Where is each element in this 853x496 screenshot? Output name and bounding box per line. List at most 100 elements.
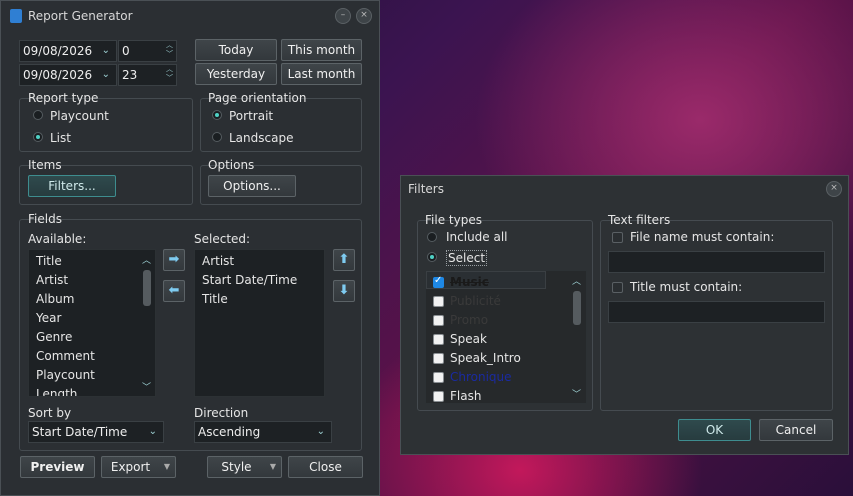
select-label[interactable]: Select: [446, 250, 488, 266]
portrait-label[interactable]: Portrait: [229, 109, 273, 123]
file-type-label[interactable]: Publicité: [450, 294, 501, 308]
scroll-down-icon[interactable]: ﹀: [142, 380, 151, 393]
options-label: Options: [208, 158, 255, 172]
filters-title: Filters: [408, 182, 444, 196]
filters-window: Filters × File types Include all Select …: [400, 175, 849, 455]
selected-label: Selected:: [194, 232, 251, 246]
file-type-label[interactable]: Chronique: [450, 370, 512, 384]
scroll-down-icon[interactable]: ﹀: [572, 387, 581, 400]
last-month-button[interactable]: Last month: [281, 63, 362, 85]
report-type-label: Report type: [28, 91, 99, 105]
file-type-checkbox[interactable]: [433, 275, 444, 288]
hour-from-value: 0: [122, 44, 130, 58]
scrollbar-thumb[interactable]: [143, 270, 151, 306]
chevron-down-icon: ⌄: [316, 426, 325, 437]
title-label[interactable]: Title must contain:: [630, 280, 742, 294]
file-type-label[interactable]: Speak: [450, 332, 487, 346]
file-name-label[interactable]: File name must contain:: [630, 230, 774, 244]
export-button[interactable]: Export ▼: [101, 456, 176, 478]
cancel-button[interactable]: Cancel: [759, 419, 833, 441]
move-down-button[interactable]: ⬇: [333, 280, 355, 302]
spin-arrows-icon[interactable]: ︿ ﹀: [166, 65, 173, 83]
scrollbar-thumb[interactable]: [573, 291, 581, 325]
preview-button[interactable]: Preview: [20, 456, 95, 478]
style-label: Style: [221, 460, 252, 474]
scroll-up-icon[interactable]: ︿: [142, 253, 151, 266]
style-button[interactable]: Style ▼: [207, 456, 282, 478]
report-titlebar[interactable]: Report Generator – ×: [1, 1, 379, 31]
file-type-checkbox[interactable]: [433, 296, 444, 307]
portrait-radio[interactable]: [212, 110, 222, 120]
list-item[interactable]: Artist: [202, 254, 234, 268]
move-up-button[interactable]: ⬆: [333, 249, 355, 271]
playcount-radio[interactable]: [33, 110, 43, 120]
options-button[interactable]: Options...: [208, 175, 296, 197]
text-filters-label: Text filters: [608, 213, 671, 227]
this-month-button[interactable]: This month: [281, 39, 362, 61]
close-icon[interactable]: ×: [356, 8, 372, 24]
file-types-list[interactable]: Music Publicité Promo Speak Speak_Intro Chron…: [425, 270, 587, 404]
date-to-value: 09/08/2026: [23, 68, 93, 82]
file-type-checkbox[interactable]: [433, 334, 444, 345]
fields-label: Fields: [28, 212, 62, 226]
remove-field-button[interactable]: ⬅: [163, 280, 185, 302]
close-icon[interactable]: ×: [826, 181, 842, 197]
playcount-label[interactable]: Playcount: [50, 109, 109, 123]
sort-by-value: Start Date/Time: [32, 425, 128, 439]
selected-fields-list[interactable]: Artist Start Date/Time Title: [194, 249, 325, 397]
available-fields-list[interactable]: Title Artist Album Year Genre Comment Pl…: [28, 249, 156, 397]
list-item[interactable]: Artist: [36, 273, 68, 287]
list-item[interactable]: Start Date/Time: [202, 273, 297, 287]
list-item[interactable]: Album: [36, 292, 74, 306]
include-all-radio[interactable]: [427, 232, 437, 242]
file-type-checkbox[interactable]: [433, 315, 444, 326]
list-item[interactable]: Year: [36, 311, 61, 325]
title-checkbox[interactable]: [612, 282, 623, 293]
list-label[interactable]: List: [50, 131, 71, 145]
chevron-down-icon: ⌄: [148, 426, 157, 437]
list-item[interactable]: Title: [36, 254, 62, 268]
window-title: Report Generator: [28, 9, 133, 23]
list-item[interactable]: Comment: [36, 349, 95, 363]
file-type-label[interactable]: Speak_Intro: [450, 351, 521, 365]
select-radio[interactable]: [427, 252, 437, 262]
filters-button[interactable]: Filters...: [28, 175, 116, 197]
list-item[interactable]: Title: [202, 292, 228, 306]
direction-select[interactable]: Ascending ⌄: [194, 421, 332, 443]
hour-to-spinner[interactable]: 23 ︿ ﹀: [118, 64, 177, 86]
hour-from-spinner[interactable]: 0 ︿ ﹀: [118, 40, 177, 62]
available-scrollbar[interactable]: ︿ ﹀: [141, 250, 153, 396]
yesterday-button[interactable]: Yesterday: [195, 63, 277, 85]
file-types-scrollbar[interactable]: ︿ ﹀: [571, 271, 583, 403]
app-icon: [10, 9, 22, 23]
file-types-label: File types: [425, 213, 482, 227]
file-type-checkbox[interactable]: [433, 372, 444, 383]
list-item[interactable]: Playcount: [36, 368, 95, 382]
file-name-input[interactable]: [608, 251, 825, 273]
scroll-up-icon[interactable]: ︿: [572, 274, 581, 287]
filters-titlebar[interactable]: Filters ×: [401, 176, 848, 202]
list-item[interactable]: Length: [36, 387, 77, 396]
title-input[interactable]: [608, 301, 825, 323]
file-type-checkbox[interactable]: [433, 391, 444, 402]
list-radio[interactable]: [33, 132, 43, 142]
list-item[interactable]: Genre: [36, 330, 72, 344]
close-button[interactable]: Close: [288, 456, 363, 478]
file-type-label[interactable]: Flash: [450, 389, 481, 403]
file-name-checkbox[interactable]: [612, 232, 623, 243]
date-from-picker[interactable]: 09/08/2026 ⌄: [19, 40, 117, 62]
include-all-label[interactable]: Include all: [446, 230, 508, 244]
spin-arrows-icon[interactable]: ︿ ﹀: [166, 41, 173, 59]
minimize-icon[interactable]: –: [335, 8, 351, 24]
file-type-checkbox[interactable]: [433, 353, 444, 364]
date-to-picker[interactable]: 09/08/2026 ⌄: [19, 64, 117, 86]
file-type-label[interactable]: Promo: [450, 313, 488, 327]
ok-button[interactable]: OK: [678, 419, 751, 441]
sort-by-select[interactable]: Start Date/Time ⌄: [28, 421, 164, 443]
page-orientation-label: Page orientation: [208, 91, 307, 105]
add-field-button[interactable]: ➡: [163, 249, 185, 271]
landscape-radio[interactable]: [212, 132, 222, 142]
landscape-label[interactable]: Landscape: [229, 131, 293, 145]
file-type-label[interactable]: Music: [450, 275, 489, 289]
today-button[interactable]: Today: [195, 39, 277, 61]
